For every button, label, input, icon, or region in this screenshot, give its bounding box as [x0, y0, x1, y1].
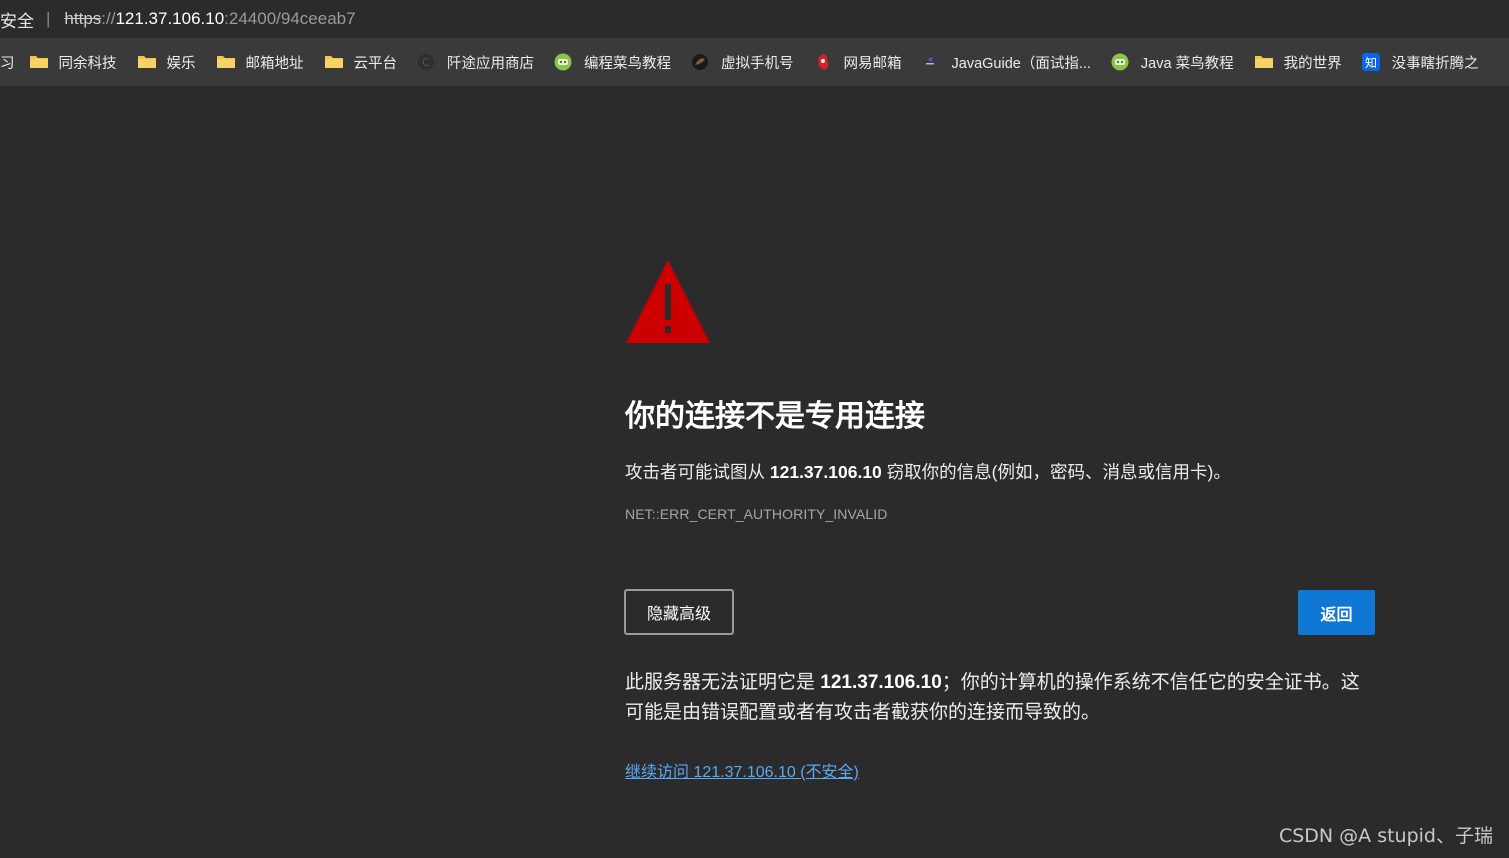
url-separator: ://	[101, 9, 116, 28]
url-scheme: https	[64, 9, 102, 28]
bookmark-app-store[interactable]: C 阡途应用商店	[417, 38, 534, 86]
bookmark-zhihu[interactable]: 知 没事瞎折腾之	[1361, 38, 1479, 86]
address-divider: |	[46, 9, 51, 28]
phone-icon	[691, 53, 711, 71]
bookmark-folder-minecraft[interactable]: 我的世界	[1254, 38, 1342, 86]
bookmark-label: 同余科技	[58, 55, 117, 72]
proceed-unsafe-link[interactable]: 继续访问 121.37.106.10 (不安全)	[625, 758, 859, 782]
bookmark-label: 编程菜鸟教程	[584, 55, 671, 72]
bookmark-label: 邮箱地址	[245, 55, 304, 72]
bookmark-label: 娱乐	[166, 55, 196, 72]
page-title: 你的连接不是专用连接	[625, 400, 925, 433]
app-store-icon: C	[417, 53, 437, 71]
bookmark-javaguide[interactable]: JavaGuide（面试指...	[922, 38, 1091, 86]
folder-icon	[216, 53, 236, 71]
url-text[interactable]: https://121.37.106.10:24400/94ceeab7	[64, 9, 355, 29]
bookmark-label: Java 菜鸟教程	[1140, 55, 1234, 72]
svg-text:知: 知	[1365, 56, 1377, 70]
bookmark-label: 我的世界	[1283, 55, 1342, 72]
bookmark-folder-yule[interactable]: 娱乐	[137, 38, 196, 86]
svg-text:C: C	[422, 56, 430, 69]
bookmark-label: JavaGuide（面试指...	[951, 55, 1091, 72]
desc-suffix: 窃取你的信息(例如，密码、消息或信用卡)。	[881, 462, 1231, 482]
hide-advanced-button[interactable]: 隐藏高级	[624, 589, 734, 635]
address-bar[interactable]: 安全 | https://121.37.106.10:24400/94ceeab…	[0, 0, 1509, 38]
bookmark-runoob[interactable]: 编程菜鸟教程	[554, 38, 671, 86]
bookmark-label: 习	[0, 55, 15, 72]
bookmark-folder-tongyu[interactable]: 同余科技	[29, 38, 117, 86]
bookmark-label: 网易邮箱	[843, 55, 902, 72]
bookmark-label: 没事瞎折腾之	[1391, 55, 1479, 72]
advanced-explanation: 此服务器无法证明它是 121.37.106.10；你的计算机的操作系统不信任它的…	[625, 668, 1375, 728]
security-status-label[interactable]: 安全	[0, 7, 34, 32]
zhihu-icon: 知	[1361, 53, 1382, 71]
bookmark-item[interactable]: 习	[0, 38, 15, 86]
netease-icon	[814, 53, 834, 71]
warning-triangle-icon	[626, 260, 710, 343]
desc-host: 121.37.106.10	[769, 462, 882, 482]
url-port-path: :24400/94ceeab7	[224, 9, 356, 28]
explain-prefix: 此服务器无法证明它是	[625, 672, 821, 693]
bookmark-netease-mail[interactable]: 网易邮箱	[814, 38, 902, 86]
folder-icon	[1254, 53, 1274, 71]
error-description: 攻击者可能试图从 121.37.106.10 窃取你的信息(例如，密码、消息或信…	[625, 460, 1375, 484]
bookmark-label: 云平台	[353, 55, 398, 72]
bookmarks-bar: 习 同余科技 娱乐 邮箱地址 云平台 C 阡途应用商店 编程菜鸟教程 虚拟手机号…	[0, 38, 1509, 86]
desc-prefix: 攻击者可能试图从	[625, 462, 770, 482]
bookmark-java-runoob[interactable]: Java 菜鸟教程	[1111, 38, 1234, 86]
folder-icon	[324, 53, 344, 71]
runoob-icon	[554, 53, 574, 71]
back-button[interactable]: 返回	[1298, 590, 1375, 635]
watermark: CSDN @A stupid、子瑞	[1278, 825, 1493, 847]
ssl-error-panel: 你的连接不是专用连接 攻击者可能试图从 121.37.106.10 窃取你的信息…	[624, 258, 1375, 782]
javaguide-icon	[922, 53, 942, 71]
error-code[interactable]: NET::ERR_CERT_AUTHORITY_INVALID	[625, 506, 1375, 522]
bookmark-folder-email[interactable]: 邮箱地址	[216, 38, 304, 86]
explain-host: 121.37.106.10	[820, 672, 942, 693]
bookmark-label: 阡途应用商店	[447, 55, 534, 72]
button-row: 隐藏高级 返回	[624, 589, 1375, 638]
bookmark-virtual-phone[interactable]: 虚拟手机号	[691, 38, 794, 86]
url-host: 121.37.106.10	[115, 9, 225, 28]
folder-icon	[137, 53, 157, 71]
runoob-icon	[1111, 53, 1131, 71]
bookmark-folder-cloud[interactable]: 云平台	[324, 38, 398, 86]
folder-icon	[29, 53, 49, 71]
bookmark-label: 虚拟手机号	[721, 55, 794, 72]
